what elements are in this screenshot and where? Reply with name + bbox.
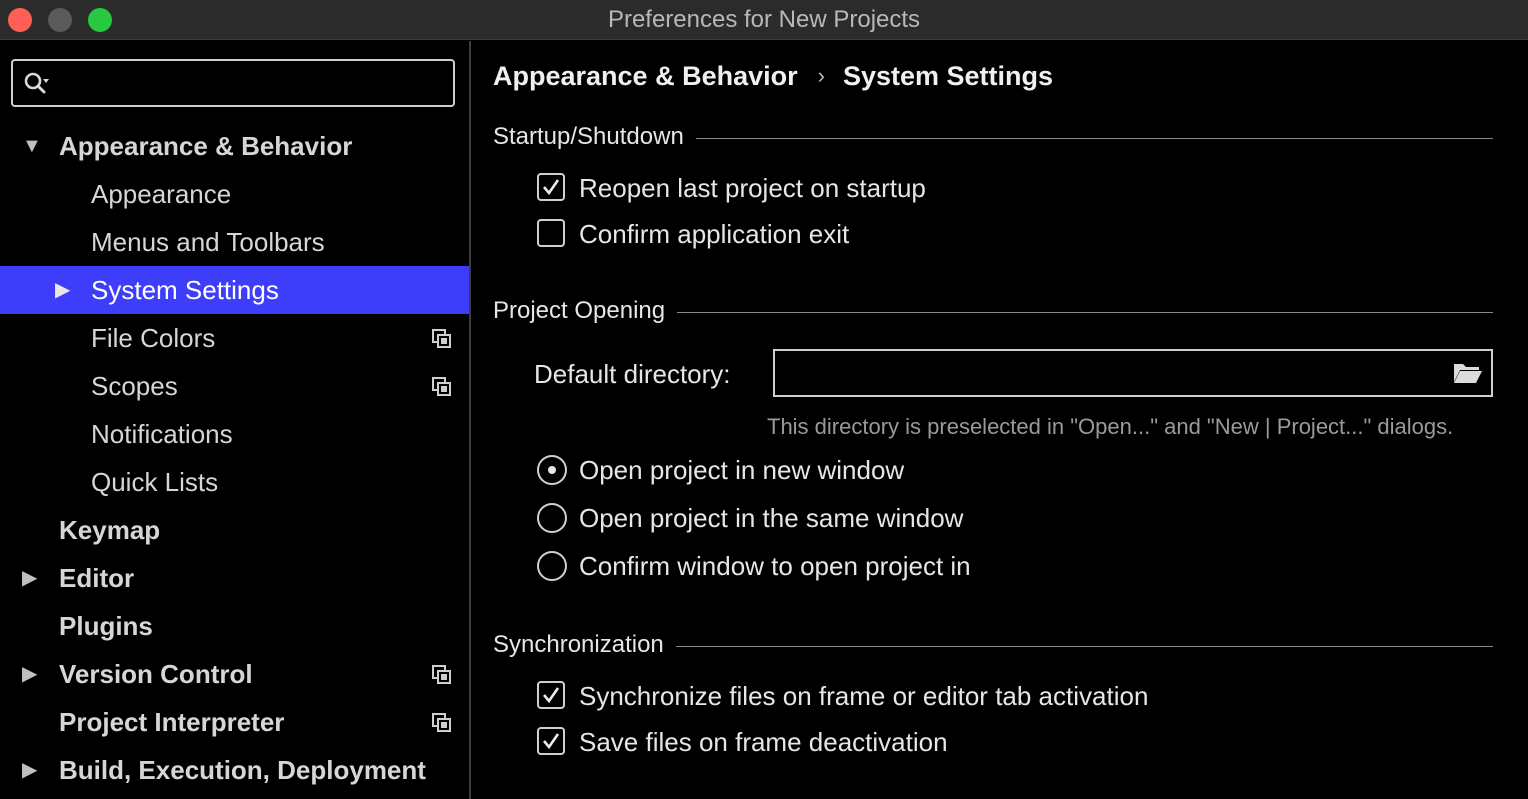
section-synchronization: Synchronization [493, 631, 1493, 661]
radio-unselected[interactable] [537, 551, 567, 581]
default-directory-label: Default directory: [534, 359, 731, 389]
checkmark-icon [543, 733, 560, 750]
section-title: Startup/Shutdown [493, 123, 696, 151]
settings-tree: ▼ Appearance & Behavior Appearance Menus… [0, 122, 469, 794]
tree-item-menus-toolbars[interactable]: Menus and Toolbars [0, 218, 469, 266]
tree-item-notifications[interactable]: Notifications [0, 410, 469, 458]
tree-item-editor[interactable]: ▶ Editor [0, 554, 469, 602]
tree-item-version-control[interactable]: ▶ Version Control [0, 650, 469, 698]
checkbox-checked[interactable] [537, 173, 565, 201]
project-level-icon [432, 329, 451, 348]
project-level-icon [432, 665, 451, 684]
section-title: Synchronization [493, 631, 676, 659]
checkmark-icon [543, 179, 560, 196]
tree-item-file-colors[interactable]: File Colors [0, 314, 469, 362]
radio-dot [548, 466, 556, 474]
collapsed-triangle-icon[interactable]: ▶ [55, 266, 70, 314]
expanded-triangle-icon[interactable]: ▼ [22, 122, 42, 170]
tree-item-appearance-behavior[interactable]: ▼ Appearance & Behavior [0, 122, 469, 170]
section-project-opening: Project Opening [493, 297, 1493, 327]
tree-item-quick-lists[interactable]: Quick Lists [0, 458, 469, 506]
tree-item-appearance[interactable]: Appearance [0, 170, 469, 218]
collapsed-triangle-icon[interactable]: ▶ [22, 554, 37, 602]
breadcrumb-separator: › [817, 63, 825, 88]
tree-item-build-execution-deployment[interactable]: ▶ Build, Execution, Deployment [0, 746, 469, 794]
checkbox-unchecked[interactable] [537, 219, 565, 247]
checkmark-icon [543, 687, 560, 704]
default-directory-field[interactable] [773, 349, 1493, 397]
project-level-icon [432, 713, 451, 732]
collapsed-triangle-icon[interactable]: ▶ [22, 746, 37, 794]
tree-item-plugins[interactable]: Plugins [0, 602, 469, 650]
tree-item-project-interpreter[interactable]: Project Interpreter [0, 698, 469, 746]
settings-sidebar: ▼ Appearance & Behavior Appearance Menus… [0, 41, 471, 799]
tree-item-scopes[interactable]: Scopes [0, 362, 469, 410]
radio-selected[interactable] [537, 455, 567, 485]
search-icon[interactable] [23, 71, 49, 97]
settings-search-input[interactable] [65, 65, 445, 101]
default-directory-input[interactable] [783, 357, 1433, 389]
checkbox-checked[interactable] [537, 727, 565, 755]
radio-unselected[interactable] [537, 503, 567, 533]
default-directory-hint: This directory is preselected in "Open..… [767, 414, 1454, 439]
window-title: Preferences for New Projects [607, 6, 921, 33]
section-startup-shutdown: Startup/Shutdown [493, 123, 1493, 153]
settings-search-box[interactable] [11, 59, 455, 107]
breadcrumb: Appearance & Behavior › System Settings [493, 61, 1053, 92]
checkbox-checked[interactable] [537, 681, 565, 709]
section-title: Project Opening [493, 297, 678, 325]
tree-item-keymap[interactable]: Keymap [0, 506, 469, 554]
tree-item-system-settings[interactable]: ▶ System Settings [0, 266, 469, 314]
folder-open-icon[interactable] [1453, 361, 1483, 385]
breadcrumb-parent[interactable]: Appearance & Behavior [493, 61, 798, 91]
title-bar: Preferences for New Projects [0, 0, 1528, 40]
breadcrumb-current: System Settings [842, 61, 1054, 91]
settings-content: Appearance & Behavior › System Settings St… [473, 41, 1528, 799]
project-level-icon [432, 377, 451, 396]
collapsed-triangle-icon[interactable]: ▶ [22, 650, 37, 698]
